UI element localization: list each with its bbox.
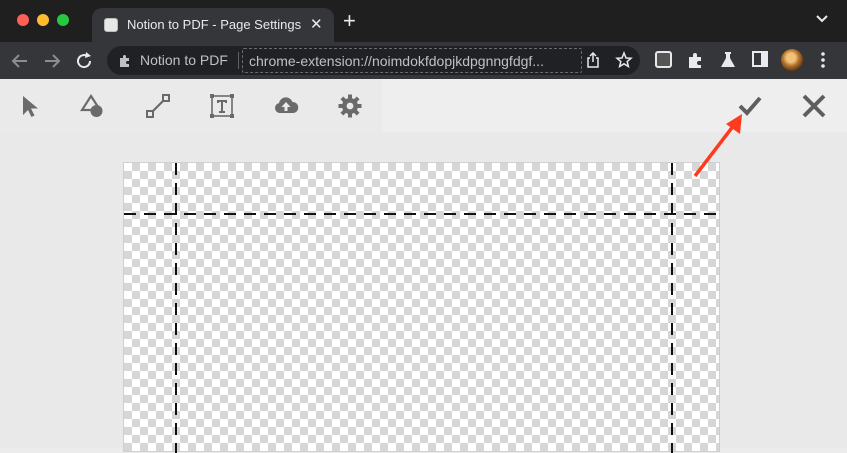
tool-strip — [0, 79, 382, 132]
page-margin-guides — [124, 163, 721, 453]
share-icon[interactable] — [586, 52, 600, 68]
url-text: chrome-extension://noimdokfdopjkdpgnngfd… — [249, 53, 544, 69]
window-zoom-button[interactable] — [57, 14, 69, 26]
new-tab-button[interactable]: + — [343, 10, 356, 32]
url-field[interactable]: chrome-extension://noimdokfdopjkdpgnngfd… — [242, 48, 582, 73]
extension-puzzle-icon — [120, 55, 129, 67]
kebab-menu-icon[interactable] — [820, 51, 826, 69]
cursor-arrow-icon[interactable] — [17, 93, 43, 119]
back-arrow-icon[interactable] — [9, 50, 31, 72]
window-minimize-button[interactable] — [37, 14, 49, 26]
labs-flask-icon[interactable] — [720, 51, 736, 69]
window-close-button[interactable] — [17, 14, 29, 26]
notion-to-pdf-extension-icon[interactable] — [655, 51, 672, 68]
site-chip-label: Notion to PDF — [140, 52, 228, 68]
tab-search-chevron-icon[interactable] — [815, 14, 829, 24]
forward-arrow-icon[interactable] — [41, 50, 63, 72]
reload-icon[interactable] — [73, 50, 95, 72]
tab-title: Notion to PDF - Page Settings — [127, 17, 302, 32]
extension-favicon-icon — [104, 18, 118, 32]
close-x-icon[interactable] — [801, 93, 827, 119]
pdf-page-canvas[interactable] — [123, 162, 721, 453]
line-icon[interactable] — [145, 93, 171, 119]
browser-toolbar: Notion to PDF chrome-extension://noimdok… — [0, 42, 847, 79]
browser-tab-active[interactable]: Notion to PDF - Page Settings ✕ — [92, 8, 334, 42]
omnibox[interactable]: Notion to PDF chrome-extension://noimdok… — [107, 46, 640, 75]
omnibox-divider — [238, 52, 239, 69]
text-box-icon[interactable] — [209, 93, 235, 119]
side-panel-icon[interactable] — [752, 51, 768, 67]
gear-icon[interactable] — [337, 93, 363, 119]
shapes-icon[interactable] — [80, 93, 106, 119]
profile-avatar[interactable] — [781, 49, 803, 71]
bookmark-star-icon[interactable] — [615, 51, 633, 69]
annotation-arrow-icon — [693, 114, 742, 178]
extensions-puzzle-icon[interactable] — [687, 51, 705, 69]
browser-titlebar: Notion to PDF - Page Settings ✕ + — [0, 0, 847, 42]
tab-close-icon[interactable]: ✕ — [310, 15, 323, 33]
cloud-upload-icon[interactable] — [273, 93, 299, 119]
